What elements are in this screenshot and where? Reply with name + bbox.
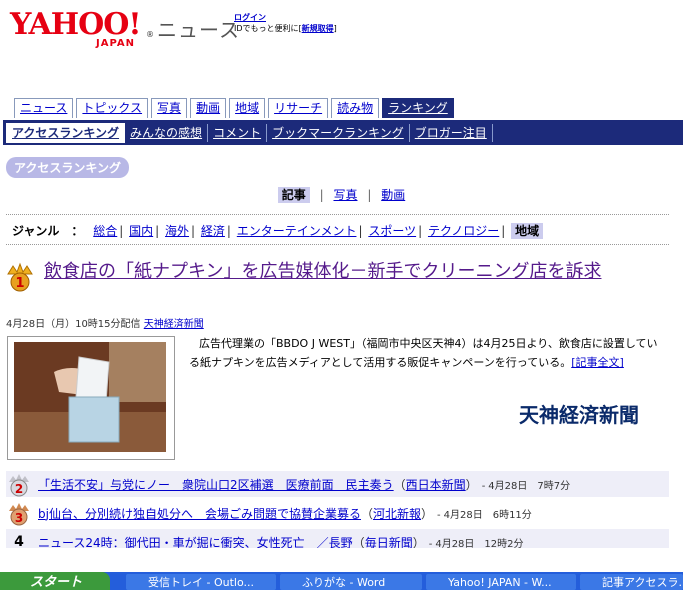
genre-separator: | <box>501 224 506 238</box>
photo-image <box>14 342 166 452</box>
logo-subtext: JAPAN <box>96 38 135 49</box>
rank-3-icon: 3 <box>6 502 32 526</box>
source-link[interactable]: 天神経済新聞 <box>144 319 204 330</box>
divider <box>6 214 669 215</box>
subnav-access-ranking[interactable]: アクセスランキング <box>6 122 126 143</box>
windows-taskbar: スタート 受信トレイ - Outlo... ふりがな - Word Yahoo!… <box>0 572 683 590</box>
login-link[interactable]: ログイン <box>234 12 337 23</box>
login-box: ログイン IDでもっと便利に[新規取得] <box>234 12 337 34</box>
switch-articles-current: 記事 <box>277 187 310 203</box>
genre-filter: ジャンル ： 総合 | 国内 | 海外 | 経済 | エンターテインメント | スポーツ |… <box>12 222 544 239</box>
rank-number: 1 <box>15 276 24 291</box>
yahoo-japan-logo[interactable]: YAHOO! JAPAN ® <box>10 7 154 50</box>
read-full-article-link[interactable]: [記事全文] <box>571 356 624 369</box>
genre-separator: | <box>155 224 160 238</box>
subnav-comments[interactable]: コメント <box>208 123 268 142</box>
section-badge: アクセスランキング <box>6 157 130 178</box>
tab-label: ニュース <box>20 101 68 115</box>
main-tabs: ニュース トピックス 写真 動画 地域 リサーチ 読み物 ランキング <box>14 98 457 118</box>
rank-1-crown-icon: 1 <box>6 262 34 292</box>
subnav-bookmark-ranking[interactable]: ブックマークランキング <box>267 123 410 142</box>
rank-2-icon: 2 <box>6 473 32 497</box>
tab-label: 読み物 <box>337 101 374 115</box>
genre-technology[interactable]: テクノロジー <box>428 224 499 238</box>
page-fold <box>0 548 683 572</box>
taskbar-button-word[interactable]: ふりがな - Word <box>280 574 422 590</box>
tab-region[interactable]: 地域 <box>229 98 266 118</box>
start-button[interactable]: スタート <box>0 572 110 590</box>
ranking-source-link[interactable]: 西日本新聞 <box>406 476 466 493</box>
switch-photos-link[interactable]: 写真 <box>333 188 357 202</box>
genre-sports[interactable]: スポーツ <box>368 224 416 238</box>
ranking-time: -4月28日 7時7分 <box>481 480 571 492</box>
ranking-time: -4月28日 6時11分 <box>437 509 532 521</box>
tab-topics[interactable]: トピックス <box>76 98 149 118</box>
tab-ranking[interactable]: ランキング <box>382 98 454 118</box>
subnav-blogger-picks[interactable]: ブロガー注目 <box>410 123 493 142</box>
login-note-end: ] <box>333 24 337 33</box>
tab-label: 動画 <box>196 101 221 115</box>
tab-research[interactable]: リサーチ <box>268 98 329 118</box>
paren: ） <box>421 506 434 521</box>
tab-reading[interactable]: 読み物 <box>331 98 380 118</box>
top-article-dateline: 4月28日（月）10時15分配信 天神経済新聞 <box>6 315 204 330</box>
genre-separator: | <box>418 224 423 238</box>
tab-video[interactable]: 動画 <box>190 98 227 118</box>
ranking-source-link[interactable]: 河北新報 <box>373 505 421 522</box>
source-logo[interactable]: 天神経済新聞 <box>519 399 639 428</box>
genre-overseas[interactable]: 海外 <box>165 224 189 238</box>
switch-separator: | <box>319 188 324 202</box>
genre-domestic[interactable]: 国内 <box>129 224 153 238</box>
article-photo[interactable] <box>7 336 175 460</box>
content-type-switch: 記事 | 写真 | 動画 <box>0 186 683 203</box>
tab-news[interactable]: ニュース <box>14 98 74 118</box>
ranking-time-value: 4月28日 7時7分 <box>488 480 571 492</box>
ranking-time-value: 4月28日 6時11分 <box>443 509 532 521</box>
genre-entertainment[interactable]: エンターテインメント <box>237 224 357 238</box>
tab-label: リサーチ <box>274 101 323 115</box>
genre-separator: | <box>191 224 196 238</box>
ranking-row: 3 bj仙台、分別続け独自処分へ 会場ごみ問題で協賛企業募る （河北新報） -4… <box>6 500 669 526</box>
genre-economy[interactable]: 経済 <box>201 224 225 238</box>
top-article-summary: 広告代理業の「BBDO J WEST」（福岡市中央区天神4）は4月25日より、飲… <box>189 334 667 372</box>
genre-separator: | <box>119 224 124 238</box>
publish-date: 4月28日（月）10時15分配信 <box>6 319 141 330</box>
ranking-subnav: アクセスランキング みんなの感想 コメント ブックマークランキング ブロガー注目 <box>3 120 683 145</box>
logo-wordmark: YAHOO! <box>10 7 142 42</box>
paren: （ <box>360 506 373 521</box>
paren: ） <box>465 477 478 492</box>
registered-mark: ® <box>146 30 154 39</box>
tab-photos[interactable]: 写真 <box>151 98 188 118</box>
rank-number: 2 <box>15 482 23 496</box>
genre-label: ジャンル ： <box>12 224 84 238</box>
taskbar-button-outlook[interactable]: 受信トレイ - Outlo... <box>126 574 276 590</box>
taskbar-button-browser[interactable]: Yahoo! JAPAN - W... <box>426 574 576 590</box>
genre-separator: | <box>358 224 363 238</box>
divider <box>6 244 669 245</box>
subnav-impressions[interactable]: みんなの感想 <box>125 123 209 142</box>
ranking-row: 2 「生活不安」与党にノー 衆院山口2区補選 医療前面 民主奏う （西日本新聞）… <box>6 471 669 497</box>
register-link[interactable]: 新規取得 <box>302 24 334 33</box>
genre-region-current: 地域 <box>511 223 544 239</box>
genre-separator: | <box>226 224 231 238</box>
tab-label: 写真 <box>157 101 182 115</box>
switch-separator: | <box>367 188 372 202</box>
taskbar-button-ranking[interactable]: 記事アクセスラ... <box>580 574 683 590</box>
login-note: IDでもっと便利に[ <box>234 24 302 33</box>
tab-label: 地域 <box>235 101 260 115</box>
genre-general[interactable]: 総合 <box>93 224 117 238</box>
tab-label: ランキング <box>388 101 448 115</box>
section-title: ニュース <box>157 18 240 42</box>
switch-video-link[interactable]: 動画 <box>381 188 405 202</box>
tab-label: トピックス <box>82 101 143 115</box>
rank-number: 3 <box>15 511 23 525</box>
top-article-headline[interactable]: 飲食店の「紙ナプキン」を広告媒体化－新手でクリーニング店を訴求 <box>44 259 664 284</box>
paren: （ <box>393 477 406 492</box>
ranking-title-link[interactable]: bj仙台、分別続け独自処分へ 会場ごみ問題で協賛企業募る <box>38 505 361 522</box>
ranking-title-link[interactable]: 「生活不安」与党にノー 衆院山口2区補選 医療前面 民主奏う <box>38 476 394 493</box>
